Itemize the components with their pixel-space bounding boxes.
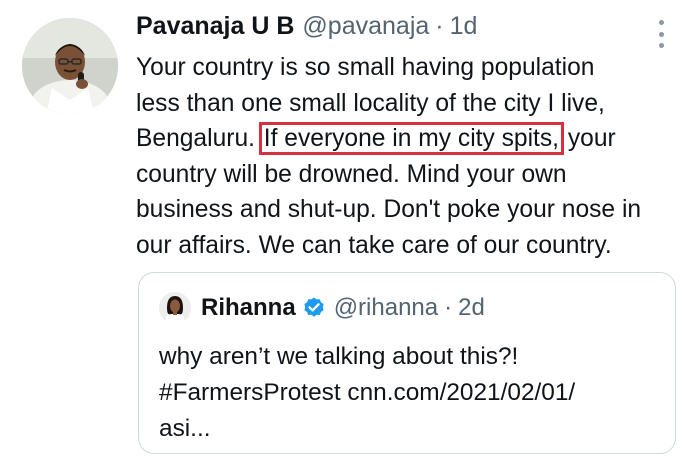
tweet-text-line: Bengaluru. If everyone in my city spits,… [136,121,696,157]
more-dot [658,43,664,48]
quoted-tweet[interactable]: Rihanna @rihanna · 2d why aren’t we talk… [138,272,676,454]
quoted-tweet-text: why aren’t we talking about this?! #Farm… [159,339,659,447]
verified-badge-icon [302,296,326,320]
tweet-text-segment: Bengaluru. [136,125,262,152]
quoted-author-handle[interactable]: @rihanna [334,294,438,322]
more-vertical-icon[interactable] [648,20,674,48]
tweet-timestamp[interactable]: 1d [450,12,478,41]
highlighted-phrase: If everyone in my city spits, [258,122,565,155]
author-name[interactable]: Pavanaja U B [136,12,294,41]
tweet-text-line: country will be drowned. Mind your own [136,160,567,188]
quoted-author-name[interactable]: Rihanna [201,294,296,322]
tweet-text-line: Your country is so small having populati… [136,54,595,81]
quoted-tweet-header: Rihanna @rihanna · 2d [159,291,485,325]
more-dot [658,20,664,25]
author-avatar[interactable] [22,18,118,114]
quoted-text-line: why aren’t we talking about this?! [159,343,519,370]
tweet-text-line: business and shut-up. Don't poke your no… [136,196,642,223]
quoted-text-line[interactable]: asi... [159,411,659,447]
tweet[interactable]: Pavanaja U B @pavanaja · 1d Your country… [0,0,700,460]
quoted-text-line[interactable]: #FarmersProtest cnn.com/2021/02/01/ [159,375,659,411]
quoted-tweet-timestamp[interactable]: 2d [458,294,485,322]
tweet-text-line: our affairs. We can take care of our cou… [136,231,612,259]
tweet-text-line: less than one small locality of the city… [136,89,605,117]
tweet-header: Pavanaja U B @pavanaja · 1d [136,12,477,48]
more-dot [658,31,664,37]
tweet-text: Your country is so small having populati… [136,50,696,263]
separator-dot: · [444,294,453,321]
tweet-text-segment: your [561,125,616,152]
separator-dot: · [435,12,444,40]
quoted-author-avatar[interactable] [159,292,191,324]
author-handle[interactable]: @pavanaja [302,12,429,41]
